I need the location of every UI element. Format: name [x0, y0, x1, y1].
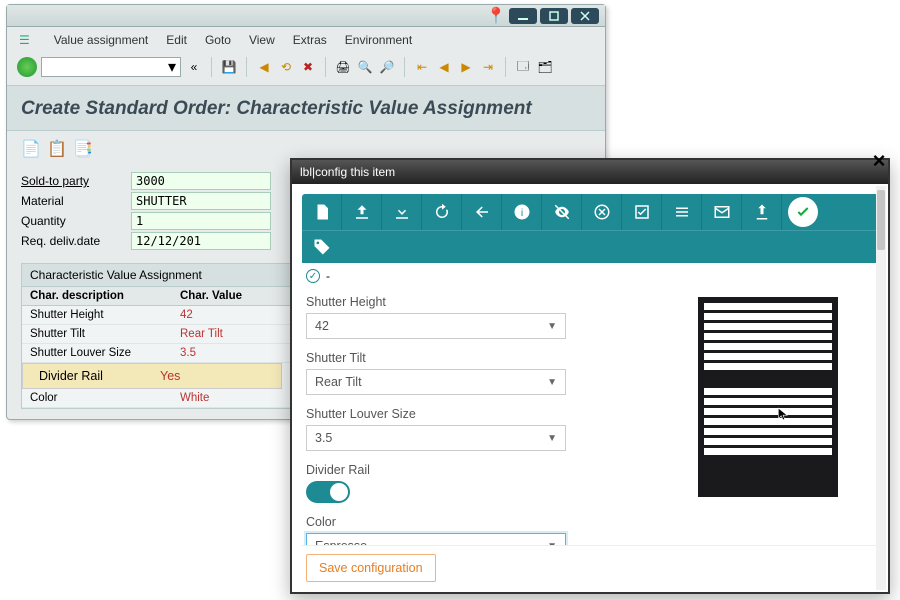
menu-app-icon[interactable]: ☰ [19, 33, 30, 47]
chevron-down-icon: ▼ [547, 433, 557, 444]
cancel-icon[interactable]: ✖ [299, 58, 317, 76]
tag-icon[interactable] [302, 231, 342, 263]
label-color: Color [306, 515, 644, 529]
label-height: Shutter Height [306, 295, 644, 309]
first-page-icon[interactable]: ⇤ [413, 58, 431, 76]
sap-titlebar: 📍 [7, 5, 605, 27]
sap-toolbar: ▾ « 💾 ◀ ⟲ ✖ 🖨 🔍 🔎 ⇤ ◀ ▶ ⇥ 🗔 🗂 [7, 53, 605, 86]
enter-ok-icon[interactable] [17, 57, 37, 77]
mail-icon[interactable] [702, 194, 742, 230]
label-louver: Shutter Louver Size [306, 407, 644, 421]
config-toolbar: i [302, 194, 878, 263]
new-session-icon[interactable]: 🗔 [514, 58, 532, 76]
config-dialog: × lbl|config this item i [290, 158, 890, 594]
dialog-scrollbar[interactable] [876, 186, 886, 590]
sap-menu-bar: ☰ Value assignment Edit Goto View Extras… [7, 27, 605, 53]
back-icon[interactable]: ◀ [255, 58, 273, 76]
find-icon[interactable]: 🔍 [356, 58, 374, 76]
pin-icon[interactable]: 📍 [486, 6, 506, 26]
page-title: Create Standard Order: Characteristic Va… [7, 86, 605, 131]
dialog-close-icon[interactable]: × [868, 148, 890, 170]
select-louver[interactable]: 3.5▼ [306, 425, 566, 451]
find-next-icon[interactable]: 🔎 [378, 58, 396, 76]
back-arrow-icon[interactable] [462, 194, 502, 230]
create-icon[interactable]: 📄 [21, 139, 39, 157]
menu-edit[interactable]: Edit [166, 33, 187, 47]
dialog-title: lbl|config this item [292, 160, 888, 184]
value-reqdate[interactable]: 12/12/201 [131, 232, 271, 250]
config-form: Shutter Height 42▼ Shutter Tilt Rear Til… [302, 289, 648, 545]
copy-icon[interactable]: 📋 [47, 139, 65, 157]
menu-value-assignment[interactable]: Value assignment [54, 33, 149, 47]
upload-icon[interactable] [342, 194, 382, 230]
print-icon[interactable]: 🖨 [334, 58, 352, 76]
info-icon[interactable]: i [502, 194, 542, 230]
label-tilt: Shutter Tilt [306, 351, 644, 365]
select-tilt[interactable]: Rear Tilt▼ [306, 369, 566, 395]
status-strip: ✓ - [302, 263, 878, 289]
product-preview [658, 289, 878, 545]
refresh-icon[interactable] [422, 194, 462, 230]
label-divider: Divider Rail [306, 463, 644, 477]
scrollbar-thumb[interactable] [877, 190, 885, 250]
confirm-ok-icon[interactable] [788, 197, 818, 227]
status-text: - [326, 269, 330, 283]
last-page-icon[interactable]: ⇥ [479, 58, 497, 76]
save-configuration-button[interactable]: Save configuration [306, 554, 436, 582]
command-field[interactable]: ▾ [41, 57, 181, 77]
col-desc: Char. description [22, 287, 172, 305]
value-sold-to[interactable]: 3000 [131, 172, 271, 190]
detail-icon[interactable]: 📑 [73, 139, 91, 157]
menu-view[interactable]: View [249, 33, 275, 47]
visibility-icon[interactable] [542, 194, 582, 230]
value-material[interactable]: SHUTTER [131, 192, 271, 210]
menu-environment[interactable]: Environment [345, 33, 412, 47]
history-back-icon[interactable]: « [185, 58, 203, 76]
chevron-down-icon: ▼ [547, 377, 557, 388]
cancel-round-icon[interactable] [582, 194, 622, 230]
label-material: Material [21, 194, 131, 208]
chevron-down-icon: ▼ [547, 321, 557, 332]
svg-text:i: i [520, 207, 522, 219]
select-color[interactable]: Espresso▼ [306, 533, 566, 545]
label-reqdate: Req. deliv.date [21, 234, 131, 248]
menu-goto[interactable]: Goto [205, 33, 231, 47]
export-icon[interactable] [742, 194, 782, 230]
label-sold-to: Sold-to party [21, 174, 131, 188]
menu-extras[interactable]: Extras [293, 33, 327, 47]
close-button[interactable] [571, 8, 599, 24]
checklist-icon[interactable] [622, 194, 662, 230]
layout-icon[interactable]: 🗂 [536, 58, 554, 76]
prev-page-icon[interactable]: ◀ [435, 58, 453, 76]
next-page-icon[interactable]: ▶ [457, 58, 475, 76]
download-icon[interactable] [382, 194, 422, 230]
table-row[interactable]: Divider RailYes [22, 363, 282, 389]
status-ok-icon: ✓ [306, 269, 320, 283]
cursor-icon [776, 405, 790, 423]
minimize-button[interactable] [509, 8, 537, 24]
value-quantity[interactable]: 1 [131, 212, 271, 230]
shutter-render [698, 297, 838, 497]
list-icon[interactable] [662, 194, 702, 230]
maximize-button[interactable] [540, 8, 568, 24]
save-icon[interactable]: 💾 [220, 58, 238, 76]
select-height[interactable]: 42▼ [306, 313, 566, 339]
new-icon[interactable] [302, 194, 342, 230]
exit-icon[interactable]: ⟲ [277, 58, 295, 76]
label-quantity: Quantity [21, 214, 131, 228]
divider-rail-render [704, 373, 832, 385]
toggle-divider[interactable] [306, 481, 350, 503]
